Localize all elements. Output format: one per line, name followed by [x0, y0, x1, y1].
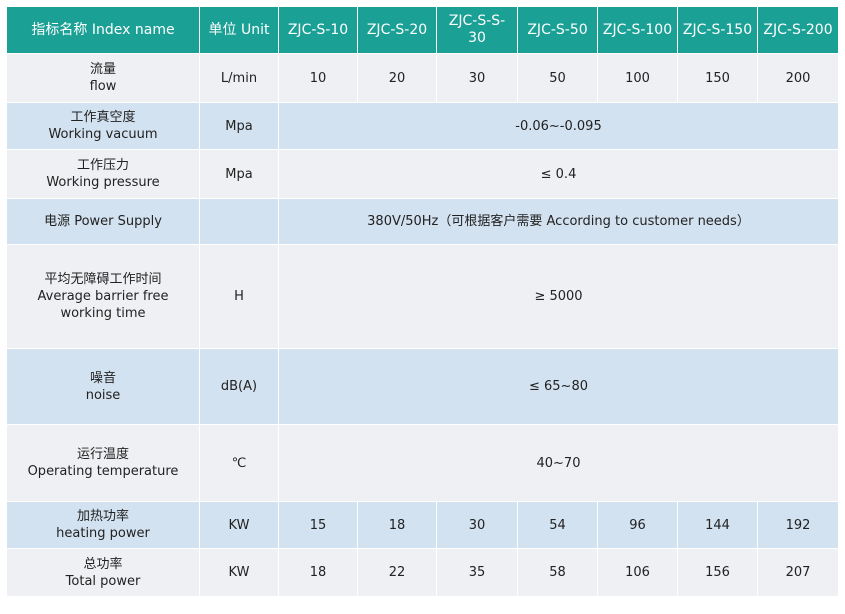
label-en: Working pressure	[46, 175, 160, 190]
header-index-name: 指标名称 Index name	[6, 6, 200, 54]
table-row-heating-power: 加热功率 heating power KW 15 18 30 54 96 144 …	[6, 501, 839, 549]
value-cell: 30	[436, 53, 518, 103]
label-en: Working vacuum	[48, 127, 158, 142]
label-en: flow	[89, 79, 117, 94]
unit-cell: L/min	[199, 53, 279, 103]
spec-table: 指标名称 Index name 单位 Unit ZJC-S-10 ZJC-S-2…	[6, 6, 839, 597]
table-row-total-power: 总功率 Total power KW 18 22 35 58 106 156 20…	[6, 548, 839, 597]
row-label: 噪音 noise	[6, 348, 200, 425]
table-row-mtbf: 平均无障碍工作时间 Average barrier free working ti…	[6, 244, 839, 349]
table-row-flow: 流量 flow L/min 10 20 30 50 100 150 200	[6, 53, 839, 103]
merged-value-cell: ≥ 5000	[278, 244, 839, 349]
value-cell: 22	[357, 548, 437, 597]
value-cell: 156	[677, 548, 758, 597]
value-cell: 35	[436, 548, 518, 597]
table-row-power-supply: 电源 Power Supply 380V/50Hz（可根据客户需要 Accord…	[6, 198, 839, 245]
merged-value-cell: ≤ 0.4	[278, 149, 839, 199]
label-cn: 流量	[89, 62, 116, 77]
header-model: ZJC-S-200	[757, 6, 839, 54]
label-cn: 工作真空度	[70, 110, 136, 125]
label-en: heating power	[56, 526, 150, 541]
header-model: ZJC-S-20	[357, 6, 437, 54]
value-cell: 200	[757, 53, 839, 103]
merged-value-cell: 380V/50Hz（可根据客户需要 According to customer …	[278, 198, 839, 245]
table-row-pressure: 工作压力 Working pressure Mpa ≤ 0.4	[6, 149, 839, 199]
value-cell: 106	[597, 548, 678, 597]
unit-cell: Mpa	[199, 149, 279, 199]
unit-cell: dB(A)	[199, 348, 279, 425]
value-cell: 207	[757, 548, 839, 597]
header-model: ZJC-S-100	[597, 6, 678, 54]
unit-cell: H	[199, 244, 279, 349]
value-cell: 144	[677, 501, 758, 549]
spec-table-container: 指标名称 Index name 单位 Unit ZJC-S-10 ZJC-S-2…	[6, 6, 839, 597]
value-cell: 96	[597, 501, 678, 549]
merged-value-cell: 40~70	[278, 424, 839, 502]
value-cell: 15	[278, 501, 358, 549]
table-row-temperature: 运行温度 Operating temperature ℃ 40~70	[6, 424, 839, 502]
table-header-row: 指标名称 Index name 单位 Unit ZJC-S-10 ZJC-S-2…	[6, 6, 839, 54]
label-cn: 总功率	[83, 556, 123, 572]
row-label: 流量 flow	[6, 53, 200, 103]
label-en: Total power	[65, 573, 141, 589]
value-cell: 58	[517, 548, 598, 597]
table-row-noise: 噪音 noise dB(A) ≤ 65~80	[6, 348, 839, 425]
value-cell: 150	[677, 53, 758, 103]
header-model: ZJC-S-50	[517, 6, 598, 54]
header-model: ZJC-S-10	[278, 6, 358, 54]
row-label: 工作真空度 Working vacuum	[6, 102, 200, 150]
unit-cell: Mpa	[199, 102, 279, 150]
value-cell: 100	[597, 53, 678, 103]
value-cell: 20	[357, 53, 437, 103]
unit-cell: KW	[199, 501, 279, 549]
label-cn: 工作压力	[76, 158, 129, 173]
row-label: 电源 Power Supply	[6, 198, 200, 245]
value-cell: 18	[278, 548, 358, 597]
label-cn: 加热功率	[76, 509, 129, 524]
label-cn: 噪音	[89, 370, 116, 386]
unit-cell	[199, 198, 279, 245]
value-cell: 18	[357, 501, 437, 549]
row-label: 总功率 Total power	[6, 548, 200, 597]
label-cn: 运行温度	[76, 447, 129, 462]
label-cn: 平均无障碍工作时间	[44, 272, 162, 287]
value-cell: 54	[517, 501, 598, 549]
header-model: ZJC-S-150	[677, 6, 758, 54]
value-cell: 192	[757, 501, 839, 549]
table-row-vacuum: 工作真空度 Working vacuum Mpa -0.06~-0.095	[6, 102, 839, 150]
row-label: 平均无障碍工作时间 Average barrier free working ti…	[6, 244, 200, 349]
row-label: 工作压力 Working pressure	[6, 149, 200, 199]
label-en: Operating temperature	[27, 464, 179, 479]
merged-value-cell: ≤ 65~80	[278, 348, 839, 425]
unit-cell: KW	[199, 548, 279, 597]
row-label: 运行温度 Operating temperature	[6, 424, 200, 502]
row-label: 加热功率 heating power	[6, 501, 200, 549]
value-cell: 50	[517, 53, 598, 103]
value-cell: 10	[278, 53, 358, 103]
header-model: ZJC-S-S-30	[436, 6, 518, 54]
merged-value-cell: -0.06~-0.095	[278, 102, 839, 150]
label-en: Average barrier free working time	[37, 289, 169, 321]
header-unit: 单位 Unit	[199, 6, 279, 54]
label-en: noise	[85, 387, 121, 403]
unit-cell: ℃	[199, 424, 279, 502]
value-cell: 30	[436, 501, 518, 549]
